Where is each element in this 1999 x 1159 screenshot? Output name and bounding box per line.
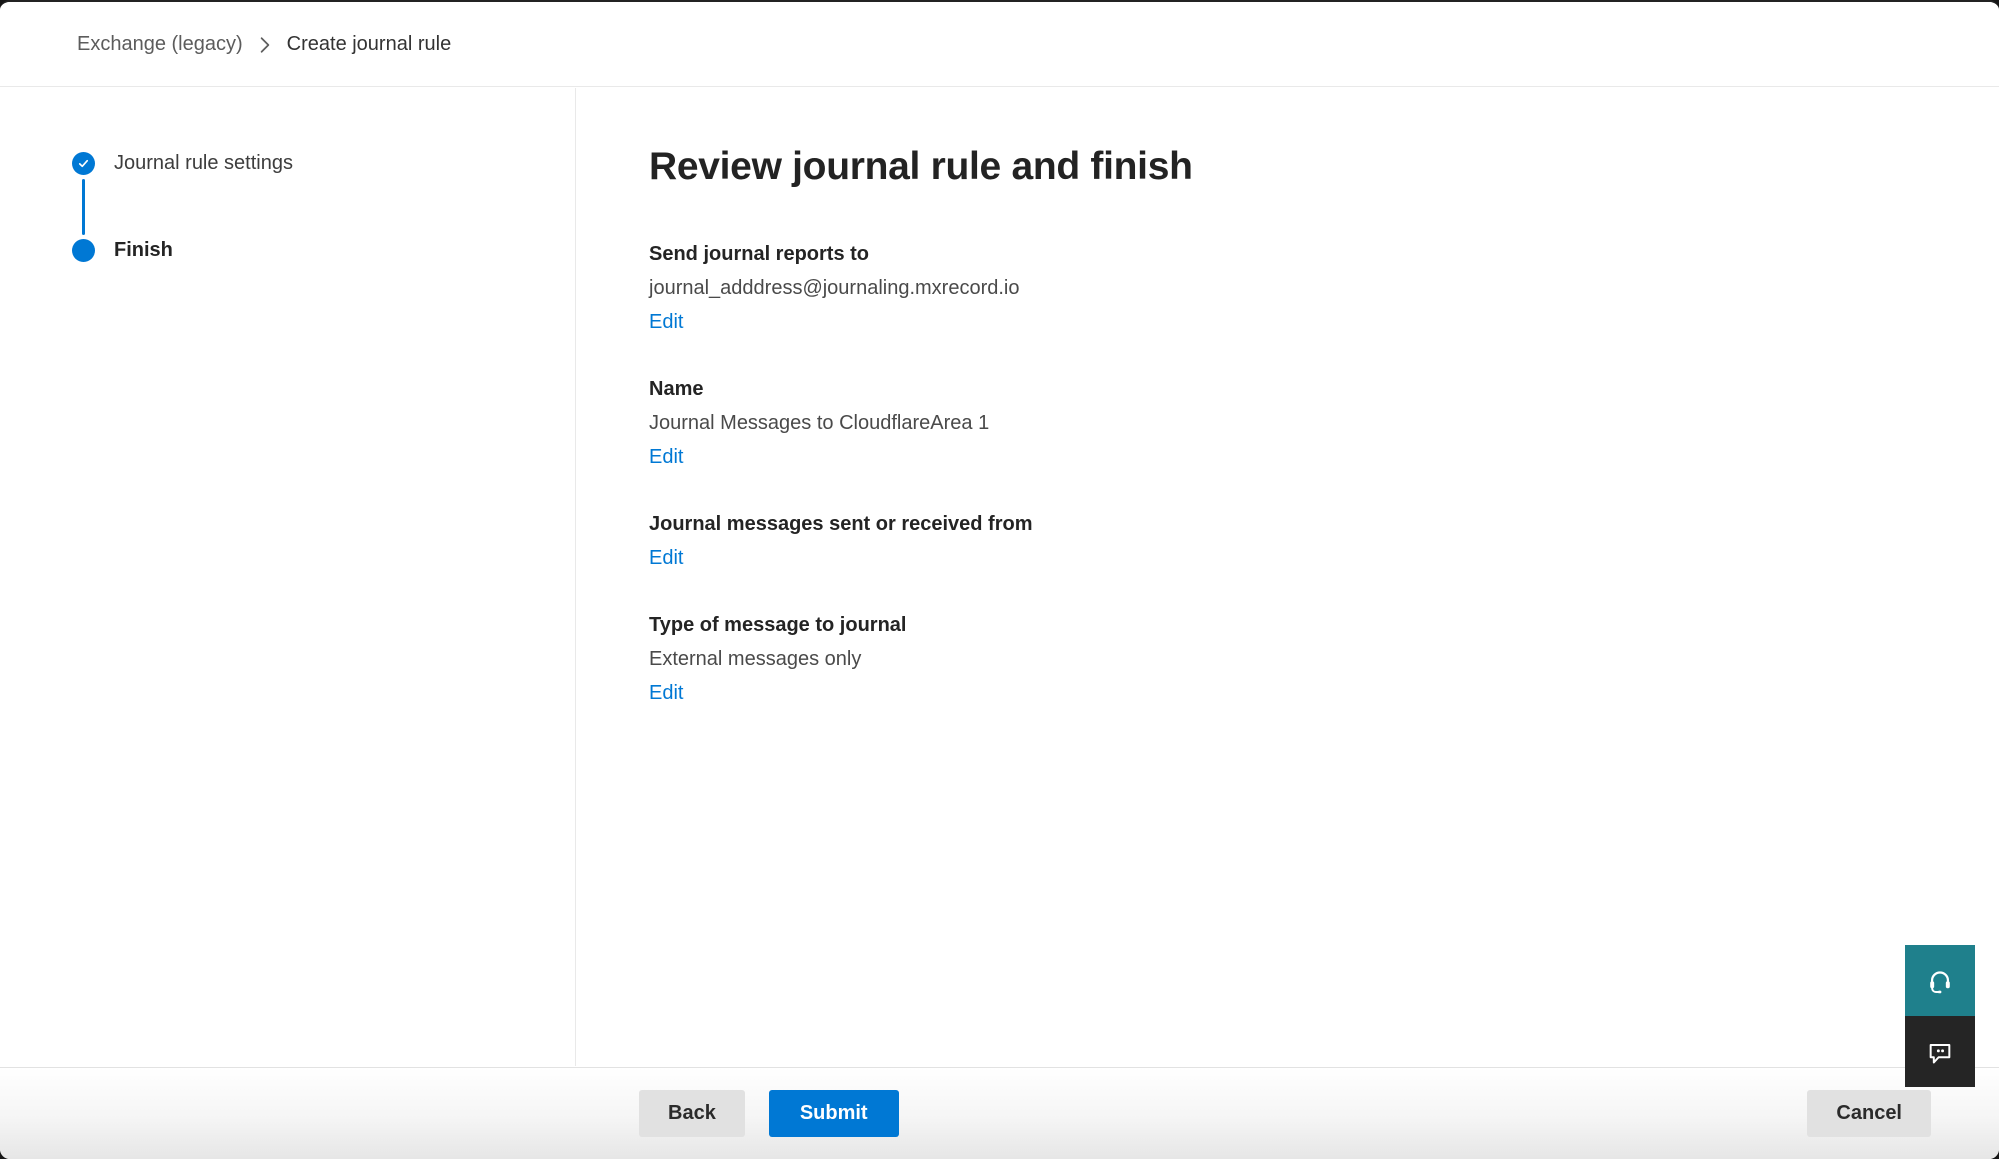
step-label-journal-rule-settings: Journal rule settings: [114, 152, 293, 175]
step-completed-check-icon: [72, 152, 95, 175]
chat-icon: [1926, 1038, 1954, 1066]
section-label: Journal messages sent or received from: [649, 511, 1939, 537]
section-label: Type of message to journal: [649, 612, 1939, 638]
wizard-step-journal-rule-settings[interactable]: Journal rule settings: [72, 152, 575, 175]
breadcrumb-exchange-legacy-link[interactable]: Exchange (legacy): [77, 33, 243, 56]
feedback-chat-button[interactable]: [1905, 1016, 1975, 1087]
section-send-journal-reports-to: Send journal reports to journal_adddress…: [649, 241, 1939, 335]
help-button-stack: [1905, 945, 1975, 1087]
review-panel: Review journal rule and finish Send jour…: [576, 88, 1999, 1066]
wizard-step-finish[interactable]: Finish: [72, 239, 575, 262]
headset-icon: [1926, 967, 1954, 995]
section-type-of-message-to-journal: Type of message to journal External mess…: [649, 612, 1939, 706]
edit-name-link[interactable]: Edit: [649, 444, 683, 470]
wizard-body: Journal rule settings Finish Review jour…: [0, 88, 1999, 1066]
wizard-steps-sidebar: Journal rule settings Finish: [0, 88, 576, 1066]
back-button[interactable]: Back: [639, 1090, 745, 1137]
breadcrumb-current-page: Create journal rule: [287, 33, 452, 56]
header-bar: Exchange (legacy) Create journal rule: [0, 2, 1999, 87]
breadcrumb-chevron-icon: [259, 36, 271, 54]
breadcrumb: Exchange (legacy) Create journal rule: [77, 33, 451, 56]
section-label: Send journal reports to: [649, 241, 1939, 267]
step-current-dot-icon: [72, 239, 95, 262]
rule-name-value: Journal Messages to CloudflareArea 1: [649, 410, 1939, 436]
step-connector-line: [82, 179, 85, 235]
journal-report-address-value: journal_adddress@journaling.mxrecord.io: [649, 275, 1939, 301]
section-label: Name: [649, 376, 1939, 402]
section-name: Name Journal Messages to CloudflareArea …: [649, 376, 1939, 470]
edit-scope-link[interactable]: Edit: [649, 545, 683, 571]
step-label-finish: Finish: [114, 239, 173, 262]
message-type-value: External messages only: [649, 646, 1939, 672]
edit-send-journal-reports-link[interactable]: Edit: [649, 309, 683, 335]
page-title: Review journal rule and finish: [649, 145, 1939, 189]
support-headset-button[interactable]: [1905, 945, 1975, 1016]
cancel-button[interactable]: Cancel: [1807, 1090, 1931, 1137]
submit-button[interactable]: Submit: [769, 1090, 899, 1137]
edit-message-type-link[interactable]: Edit: [649, 680, 683, 706]
section-journal-messages-sent-or-received: Journal messages sent or received from E…: [649, 511, 1939, 571]
footer-action-bar: Back Submit Cancel: [0, 1067, 1999, 1159]
exchange-admin-window: Exchange (legacy) Create journal rule Jo…: [0, 0, 1999, 1159]
